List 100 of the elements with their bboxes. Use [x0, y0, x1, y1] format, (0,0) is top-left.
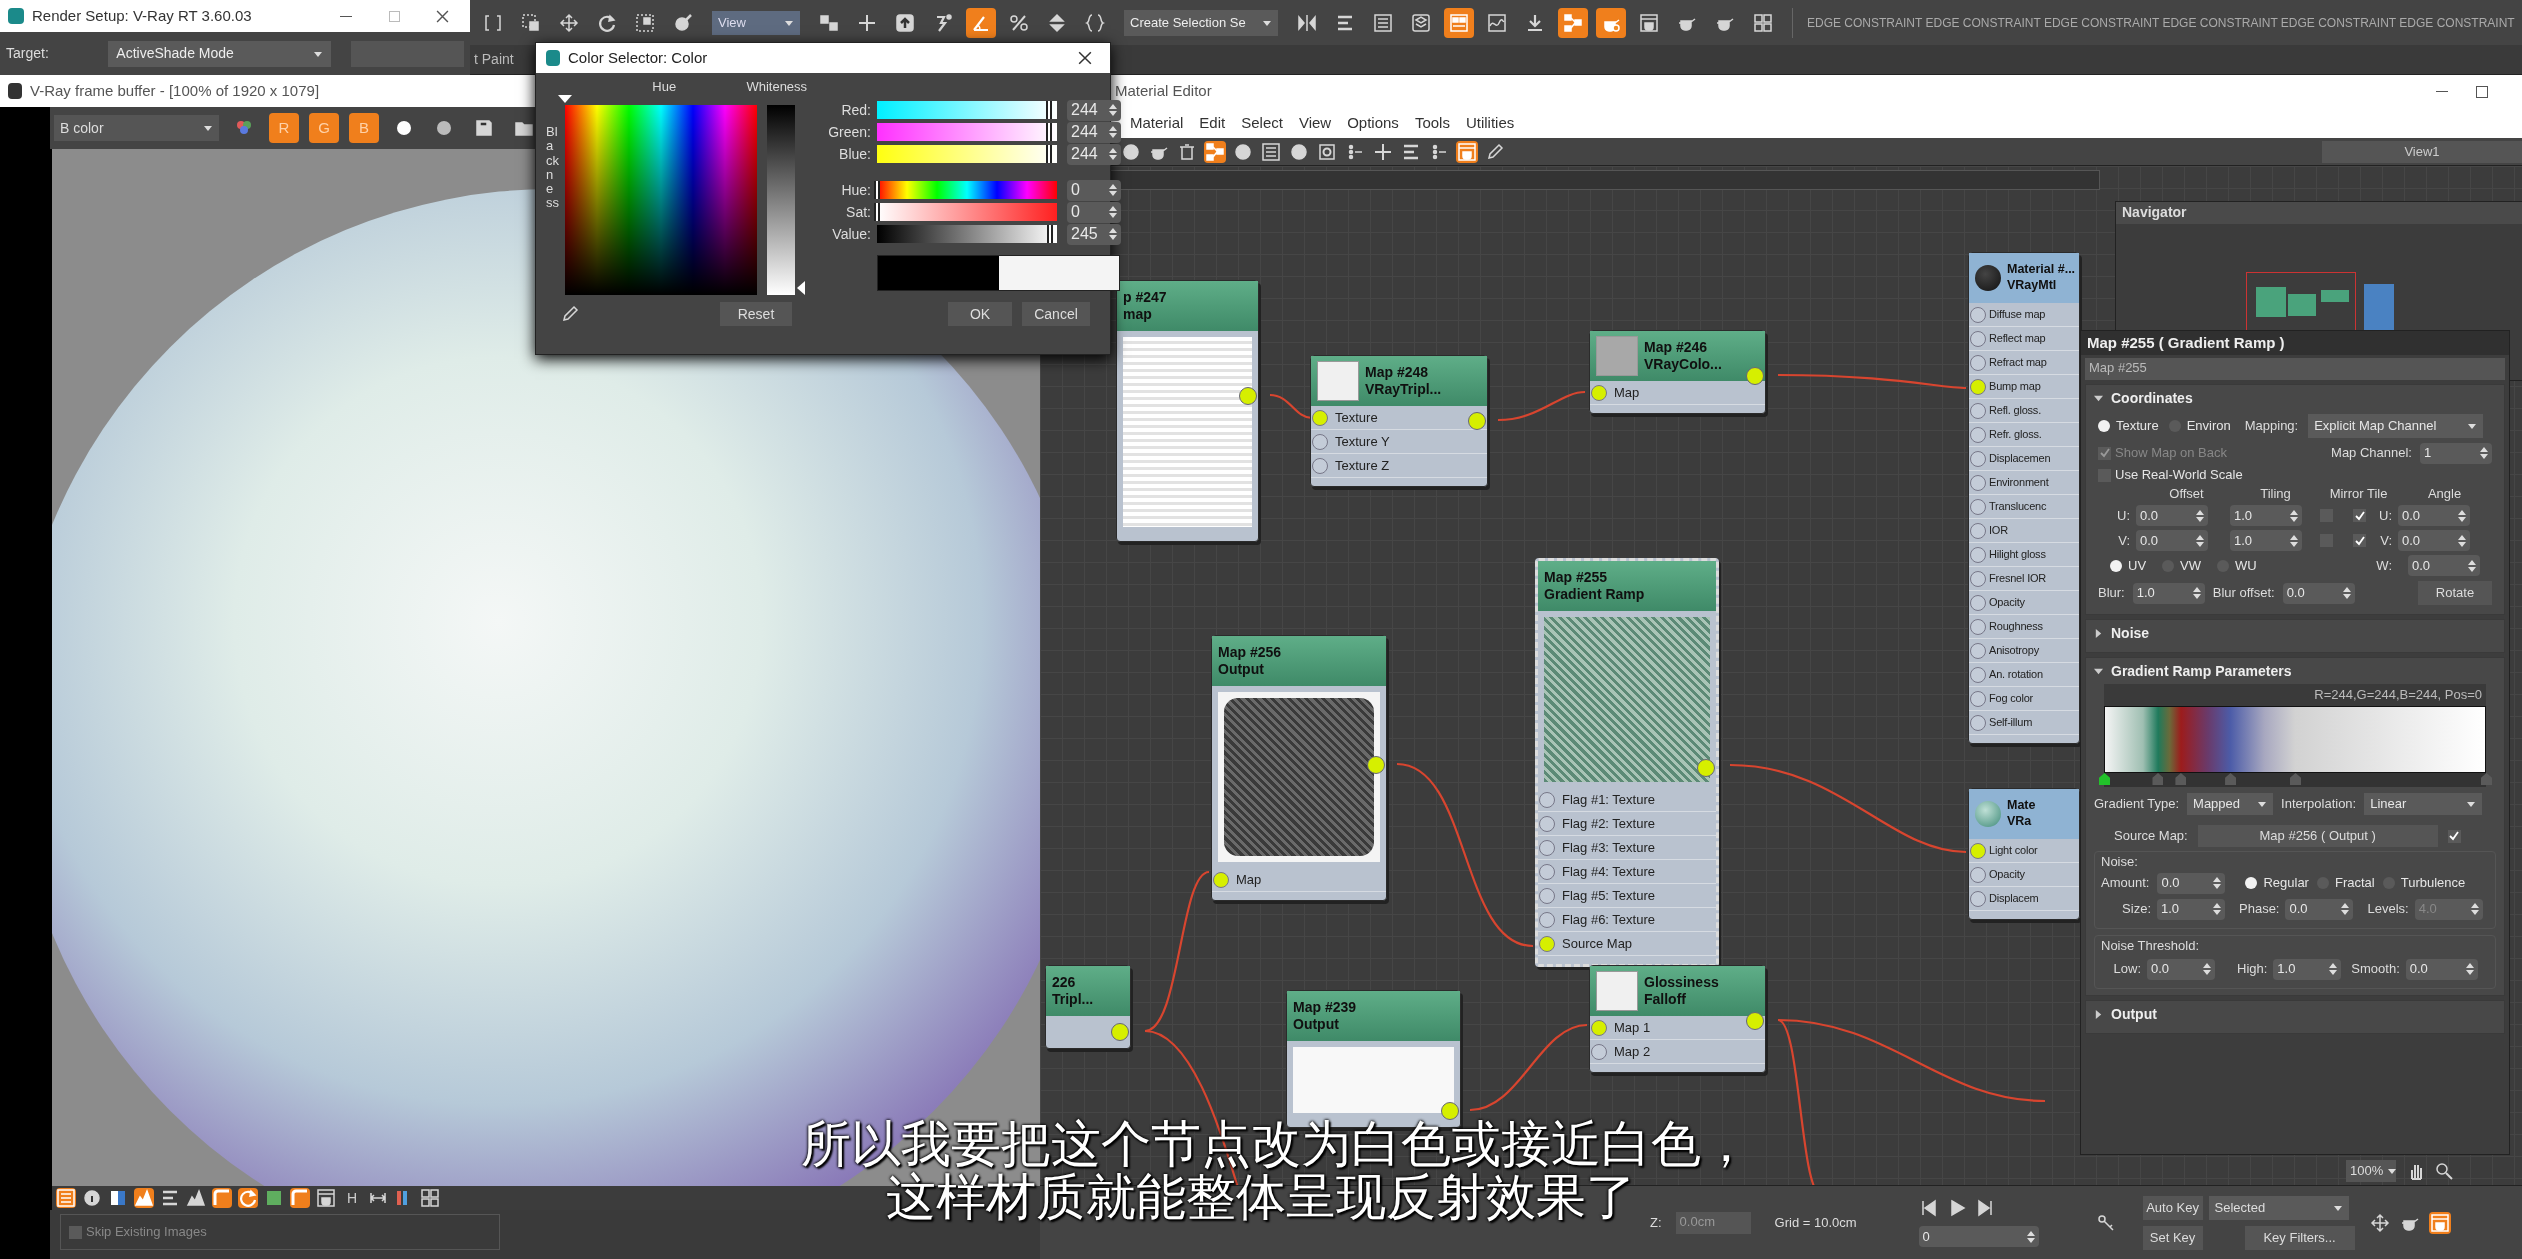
input-socket[interactable]	[1970, 331, 1986, 347]
size-spinner[interactable]: 1.0	[2157, 898, 2225, 920]
input-socket[interactable]	[1591, 385, 1607, 401]
input-socket[interactable]	[1970, 619, 1986, 635]
key-filters-button[interactable]: Key Filters...	[2244, 1225, 2355, 1250]
square-icon[interactable]	[264, 1188, 284, 1208]
color-slider-track[interactable]	[877, 225, 1057, 243]
input-socket[interactable]	[1970, 715, 1986, 731]
plane-radio[interactable]: VW	[2162, 555, 2201, 576]
output-socket[interactable]	[1746, 1012, 1764, 1030]
input-socket[interactable]	[1970, 475, 1986, 491]
ribbon-tab[interactable]: t Paint	[472, 49, 516, 70]
angle-spinner[interactable]: 0.0	[2398, 530, 2470, 551]
selection-set-dropdown[interactable]: Create Selection Se	[1124, 9, 1278, 36]
menu-item[interactable]: View	[1290, 111, 1340, 135]
high-spinner[interactable]: 1.0	[2273, 958, 2342, 980]
menu-item[interactable]: Utilities	[1457, 111, 1523, 135]
input-socket[interactable]	[1970, 427, 1986, 443]
output-socket[interactable]	[1468, 412, 1486, 430]
channel-dropdown[interactable]: B color	[54, 115, 219, 141]
input-socket[interactable]	[1312, 410, 1328, 426]
input-socket[interactable]	[1970, 451, 1986, 467]
schematic-icon[interactable]	[1558, 7, 1588, 38]
mapping-radio[interactable]: Texture	[2098, 416, 2159, 436]
whiteness-bar[interactable]	[767, 105, 795, 295]
map-node[interactable]: 226 Tripl...	[1045, 965, 1131, 1049]
menu-item[interactable]: Options	[1339, 111, 1407, 135]
gradient-flag[interactable]	[2099, 773, 2110, 785]
input-socket[interactable]	[1970, 523, 1986, 539]
color-slider-track[interactable]	[877, 145, 1057, 163]
ok-button[interactable]: OK	[948, 302, 1012, 326]
map-node[interactable]: Glossiness Falloff Map 1 Map 2	[1589, 965, 1766, 1073]
tiling-spinner[interactable]: 1.0	[2230, 530, 2302, 551]
framebuffer-window-icon[interactable]	[316, 1188, 336, 1208]
input-socket[interactable]	[1970, 403, 1986, 419]
map-node[interactable]: Map #256 Output Map	[1211, 635, 1387, 901]
rotate-button[interactable]: Rotate	[2418, 581, 2492, 605]
list-icon[interactable]	[1260, 140, 1282, 163]
map-node[interactable]: Map #248 VRayTripl... Texture Texture Y Texture Z	[1310, 355, 1488, 487]
slider-thumb[interactable]	[874, 203, 880, 221]
material-node[interactable]	[1968, 252, 2080, 744]
search-icon[interactable]	[2433, 1160, 2455, 1182]
map-channel-spinner[interactable]: 1	[2420, 442, 2492, 464]
zoom-dropdown[interactable]: 100%	[2346, 1160, 2396, 1182]
color-slider-track[interactable]	[877, 101, 1057, 119]
auto-key-button[interactable]: Auto Key	[2142, 1195, 2203, 1220]
input-socket[interactable]	[1970, 691, 1986, 707]
angle-spinner[interactable]: 0.0	[2408, 555, 2480, 576]
framebuffer-window-icon[interactable]	[1456, 140, 1478, 163]
input-socket[interactable]	[1312, 434, 1328, 450]
view-tab[interactable]: View1	[2322, 140, 2522, 163]
rollout-toggle-icon[interactable]	[2094, 1009, 2103, 1019]
tile-checkbox[interactable]	[2353, 534, 2366, 547]
output-socket[interactable]	[1111, 1023, 1129, 1041]
noise-type-radio[interactable]: Fractal	[2316, 873, 2375, 893]
input-socket[interactable]	[1591, 1020, 1607, 1036]
color-slider-track[interactable]	[877, 181, 1057, 199]
skip-existing-checkbox[interactable]: Skip Existing Images	[69, 1222, 207, 1242]
menu-item[interactable]: Edit	[1191, 111, 1234, 135]
menu-item[interactable]: Select	[1233, 111, 1291, 135]
schematic-icon[interactable]	[1204, 140, 1226, 163]
color-slider-track[interactable]	[877, 203, 1057, 221]
material-node[interactable]: Mate VRa Light color Opacity Displacem	[1968, 788, 2080, 920]
menu-item[interactable]: Tools	[1406, 111, 1458, 135]
framebuffer-window-icon[interactable]	[2428, 1211, 2451, 1234]
rollout-toggle-icon[interactable]	[2094, 666, 2103, 676]
slider-thumb[interactable]	[1046, 101, 1053, 119]
reset-button[interactable]: Reset	[720, 302, 792, 326]
input-socket[interactable]	[1970, 499, 1986, 515]
noise-type-radio[interactable]: Turbulence	[2382, 873, 2466, 893]
input-socket[interactable]	[1970, 355, 1986, 371]
interpolation-dropdown[interactable]: Linear	[2364, 793, 2483, 815]
real-world-checkbox[interactable]: Use Real-World Scale	[2098, 465, 2243, 485]
plane-radio[interactable]: UV	[2110, 555, 2147, 576]
histogram-icon[interactable]	[186, 1188, 206, 1208]
map-node[interactable]: Map #255 Gradient Ramp Flag #1: Texture Flag #2: Texture Flag #3: Texture Flag #4: Texture Flag #5: Texture Flag #6: Texture Source Map	[1535, 558, 1719, 967]
color-value-spinner[interactable]: 0	[1067, 201, 1121, 223]
source-map-button[interactable]: Map #256 ( Output )	[2197, 825, 2438, 847]
gradient-ramp-bar[interactable]	[2104, 706, 2486, 773]
blur-offset-spinner[interactable]: 0.0	[2282, 582, 2355, 604]
slider-thumb[interactable]	[1046, 123, 1053, 141]
histogram-icon[interactable]	[134, 1188, 154, 1208]
rollout-toggle-icon[interactable]	[2094, 393, 2103, 403]
noise-type-radio[interactable]: Regular	[2245, 873, 2309, 893]
tile-checkbox[interactable]	[2353, 509, 2366, 522]
frame-spinner[interactable]: 0	[1918, 1226, 2039, 1247]
hue-blackness-picker[interactable]	[565, 105, 757, 295]
slider-thumb[interactable]	[1046, 145, 1053, 163]
gradient-type-dropdown[interactable]: Mapped	[2187, 793, 2274, 815]
input-socket[interactable]	[1539, 840, 1555, 856]
source-map-checkbox[interactable]	[2447, 829, 2461, 843]
output-socket[interactable]	[1441, 1102, 1459, 1120]
corner-icon[interactable]	[212, 1188, 232, 1208]
move-icon[interactable]	[2368, 1211, 2391, 1234]
contrast-icon[interactable]	[108, 1188, 128, 1208]
view-dropdown[interactable]: View	[712, 10, 800, 35]
color-value-spinner[interactable]: 244	[1067, 143, 1121, 165]
color-value-spinner[interactable]: 244	[1067, 121, 1121, 143]
info-icon[interactable]	[82, 1188, 102, 1208]
toolbar-letter-button[interactable]: H	[342, 1188, 362, 1208]
